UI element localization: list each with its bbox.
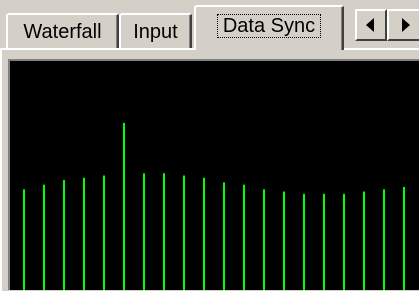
tab-scroll-buttons — [355, 9, 419, 41]
tab-waterfall-label: Waterfall — [23, 20, 102, 43]
tab-scroll-right-button[interactable] — [387, 9, 419, 41]
tab-panel-data-sync — [0, 48, 419, 291]
tab-strip: Waterfall Input Data Sync — [0, 0, 419, 50]
tab-data-sync[interactable]: Data Sync — [194, 5, 344, 50]
tab-input[interactable]: Input — [119, 13, 192, 48]
arrow-left-icon — [366, 18, 374, 32]
arrow-right-icon — [402, 18, 410, 32]
sync-bars-canvas — [23, 122, 405, 290]
data-sync-display — [8, 59, 419, 290]
tab-data-sync-label: Data Sync — [216, 13, 322, 38]
tab-input-label: Input — [133, 20, 178, 43]
tab-waterfall[interactable]: Waterfall — [6, 13, 119, 48]
tab-scroll-left-button[interactable] — [355, 9, 387, 41]
